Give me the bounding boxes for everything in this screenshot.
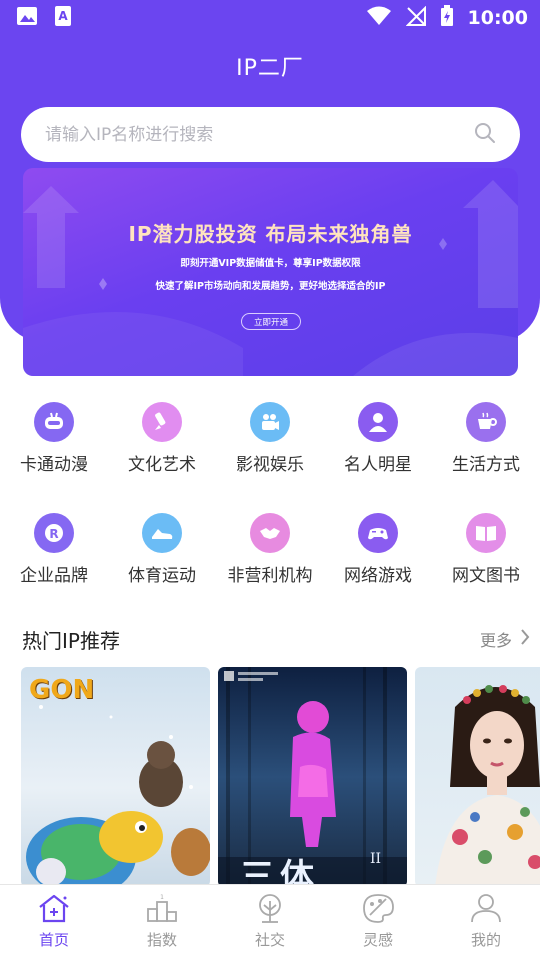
category-label: 文化艺术 xyxy=(128,455,196,475)
card-logo: GON xyxy=(29,675,95,705)
chevron-right-icon xyxy=(520,629,530,649)
promo-banner[interactable]: IP潜力股投资 布局未来独角兽 即刻开通VIP数据储值卡，尊享IP数据权限 快速… xyxy=(23,168,518,376)
hot-ip-card[interactable]: 三体 II xyxy=(218,667,407,887)
category-lifestyle[interactable]: 生活方式 xyxy=(432,402,540,475)
search-icon[interactable] xyxy=(474,122,496,148)
robot-icon xyxy=(34,402,74,442)
status-bar: A 10:00 xyxy=(0,0,540,36)
tab-label: 灵感 xyxy=(362,931,393,949)
tab-label: 指数 xyxy=(146,931,177,949)
category-label: 网络游戏 xyxy=(344,566,412,586)
home-icon xyxy=(36,893,72,927)
hot-ip-card[interactable] xyxy=(415,667,540,887)
search-bar[interactable] xyxy=(21,107,520,162)
more-link[interactable]: 更多 xyxy=(480,627,530,651)
category-nonprofit[interactable]: 非营利机构 xyxy=(216,513,324,586)
poster-suffix: II xyxy=(370,851,382,867)
person-icon xyxy=(358,402,398,442)
category-label: 体育运动 xyxy=(128,566,196,586)
more-label: 更多 xyxy=(479,631,512,650)
banner-decoration xyxy=(23,180,518,376)
tab-home[interactable]: 首页 xyxy=(0,885,108,960)
palette-icon xyxy=(360,893,396,927)
svg-text:1: 1 xyxy=(160,894,164,901)
tab-social[interactable]: 社交 xyxy=(216,885,324,960)
hot-ip-card[interactable]: GON xyxy=(21,667,210,887)
category-brand[interactable]: R 企业品牌 xyxy=(0,513,108,586)
gamepad-icon xyxy=(358,513,398,553)
tab-index[interactable]: 1 指数 xyxy=(108,885,216,960)
category-celebrity[interactable]: 名人明星 xyxy=(324,402,432,475)
category-online-games[interactable]: 网络游戏 xyxy=(324,513,432,586)
gallery-icon xyxy=(16,6,38,30)
wifi-icon xyxy=(366,6,392,30)
category-web-novels[interactable]: 网文图书 xyxy=(432,513,540,586)
tab-label: 社交 xyxy=(254,931,285,949)
cup-icon xyxy=(466,402,506,442)
no-signal-icon xyxy=(405,5,426,30)
tab-label: 我的 xyxy=(470,931,501,949)
category-label: 名人明星 xyxy=(344,455,412,475)
category-label: 生活方式 xyxy=(452,455,520,475)
open-vip-button[interactable]: 立即开通 xyxy=(241,313,301,330)
handshake-icon xyxy=(250,513,290,553)
tab-inspiration[interactable]: 灵感 xyxy=(324,885,432,960)
svg-text:A: A xyxy=(58,9,68,23)
banner-subtitle: 即刻开通VIP数据储值卡，尊享IP数据权限 xyxy=(180,258,361,269)
page-title: IP二厂 xyxy=(236,56,304,81)
category-film-entertainment[interactable]: 影视娱乐 xyxy=(216,402,324,475)
category-label: 网文图书 xyxy=(452,566,520,586)
category-label: 企业品牌 xyxy=(20,566,88,586)
category-cartoon[interactable]: 卡通动漫 xyxy=(0,402,108,475)
banner-title: IP潜力股投资 布局未来独角兽 xyxy=(128,222,413,246)
tab-profile[interactable]: 我的 xyxy=(432,885,540,960)
category-label: 卡通动漫 xyxy=(20,455,88,475)
camera-icon xyxy=(250,402,290,442)
hot-ip-header: 热门IP推荐 更多 xyxy=(22,624,530,654)
tab-label: 首页 xyxy=(38,931,69,949)
category-sports[interactable]: 体育运动 xyxy=(108,513,216,586)
battery-icon xyxy=(440,5,454,31)
tree-icon xyxy=(252,893,288,927)
brush-icon xyxy=(142,402,182,442)
category-grid: 卡通动漫 文化艺术 影视娱乐 名人明星 生活方式 R 企业品牌 体育运动 非营利… xyxy=(0,402,540,586)
user-icon xyxy=(468,893,504,927)
category-culture-art[interactable]: 文化艺术 xyxy=(108,402,216,475)
search-input[interactable] xyxy=(45,124,474,145)
registered-icon: R xyxy=(34,513,74,553)
category-label: 非营利机构 xyxy=(227,566,313,586)
text-notification-icon: A xyxy=(54,5,72,31)
poster-title: 三体 xyxy=(240,857,320,887)
portrait-artwork xyxy=(435,685,540,887)
section-title: 热门IP推荐 xyxy=(22,628,120,653)
bottom-tab-bar: 首页 1 指数 社交 灵感 我的 xyxy=(0,884,540,960)
clock: 10:00 xyxy=(467,7,528,29)
sneaker-icon xyxy=(142,513,182,553)
svg-text:R: R xyxy=(49,527,58,541)
category-label: 影视娱乐 xyxy=(236,455,304,475)
podium-icon: 1 xyxy=(144,893,180,927)
banner-description: 快速了解IP市场动向和发展趋势，更好地选择适合的IP xyxy=(155,281,386,292)
book-icon xyxy=(466,513,506,553)
